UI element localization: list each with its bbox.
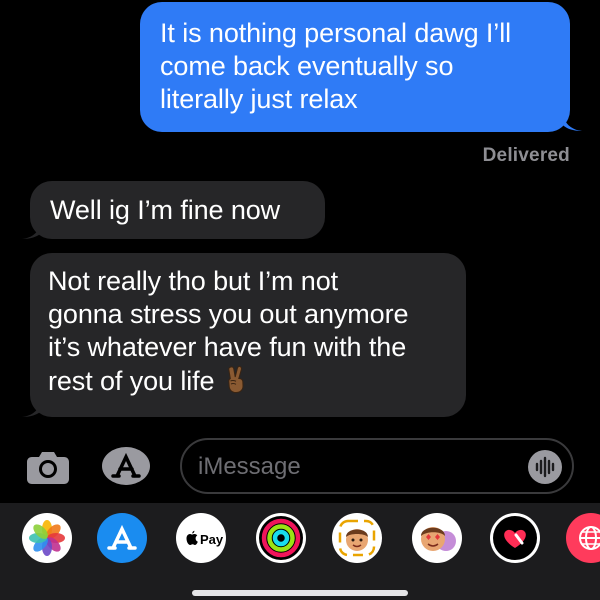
photos-flower-icon xyxy=(29,520,65,556)
message-line: come back eventually so xyxy=(160,51,454,81)
imessage-input[interactable] xyxy=(198,449,498,485)
fitness-activity-app-icon[interactable] xyxy=(256,513,306,563)
apps-button[interactable] xyxy=(100,445,152,487)
imessage-field[interactable] xyxy=(180,438,574,494)
camera-button[interactable] xyxy=(24,449,72,485)
apple-pay-app-icon[interactable]: Pay xyxy=(176,513,226,563)
delivered-receipt: Delivered xyxy=(482,145,570,166)
animoji-faces-icon xyxy=(421,527,456,551)
imessage-app-strip: Pay xyxy=(0,503,600,600)
message-line-with-emoji: rest of you life xyxy=(48,364,456,398)
message-line: it’s whatever have fun with the xyxy=(48,332,407,362)
camera-icon xyxy=(27,452,69,484)
app-store-app-icon[interactable] xyxy=(97,513,147,563)
message-line: literally just relax xyxy=(160,84,358,114)
web-search-app-icon[interactable] xyxy=(566,513,600,563)
memoji-face-icon xyxy=(338,519,376,557)
apple-logo-icon: Pay xyxy=(186,530,224,547)
animoji-app-icon[interactable] xyxy=(412,513,462,563)
bubble-tail xyxy=(22,398,42,417)
message-line: Not really tho but I’m not xyxy=(48,266,339,296)
message-line: gonna stress you out anymore xyxy=(48,299,409,329)
audio-waveform-icon xyxy=(535,456,555,478)
activity-rings-icon xyxy=(259,516,303,560)
app-store-glyph-icon xyxy=(107,524,137,550)
digital-touch-app-icon[interactable] xyxy=(490,513,540,563)
message-input-bar xyxy=(0,432,600,500)
audio-record-button[interactable] xyxy=(528,450,562,484)
bubble-tail xyxy=(562,112,582,131)
apple-pay-label: Pay xyxy=(200,532,224,547)
bubble-tail xyxy=(22,220,42,239)
memoji-stickers-app-icon[interactable] xyxy=(332,513,382,563)
app-store-icon xyxy=(102,447,150,485)
incoming-message-bubble[interactable]: Well ig I’m fine now xyxy=(30,181,325,239)
globe-icon xyxy=(579,526,600,550)
message-line: Well ig I’m fine now xyxy=(50,195,281,225)
message-thread[interactable]: It is nothing personal dawg I’ll come ba… xyxy=(0,0,600,432)
outgoing-message-bubble[interactable]: It is nothing personal dawg I’ll come ba… xyxy=(140,2,570,132)
victory-hand-emoji-icon xyxy=(228,365,244,394)
message-line: It is nothing personal dawg I’ll xyxy=(160,18,512,48)
message-line: rest of you life xyxy=(48,366,215,396)
photos-app-icon[interactable] xyxy=(22,513,72,563)
digital-touch-heart-icon xyxy=(493,516,537,560)
home-indicator[interactable] xyxy=(192,590,408,596)
incoming-message-bubble[interactable]: Not really tho but I’m not gonna stress … xyxy=(30,253,466,417)
